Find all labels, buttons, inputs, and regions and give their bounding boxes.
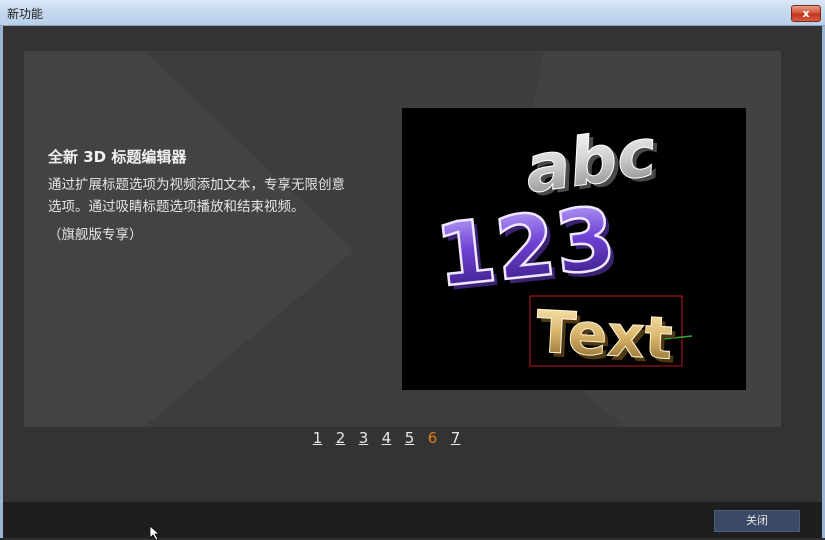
footer-bar: 关闭	[3, 502, 822, 538]
title-bar[interactable]: 新功能 x	[0, 0, 825, 26]
preview-text-123: 123	[431, 189, 620, 307]
feature-title: 全新 3D 标题编辑器	[48, 148, 187, 166]
content-area: 全新 3D 标题编辑器 通过扩展标题选项为视频添加文本，专享无限创意选项。通过吸…	[3, 26, 822, 502]
page-link-3[interactable]: 3	[357, 429, 370, 451]
close-icon: x	[802, 7, 810, 20]
window-title: 新功能	[7, 7, 44, 21]
page-link-6[interactable]: 6	[426, 429, 439, 451]
page-link-7[interactable]: 7	[449, 429, 462, 451]
3d-title-preview: abc abc 123 123 Text Text	[430, 113, 693, 377]
page-link-4[interactable]: 4	[380, 429, 393, 451]
feature-note: （旗舰版专享）	[48, 227, 143, 243]
page-link-1[interactable]: 1	[311, 429, 324, 451]
feature-description: 通过扩展标题选项为视频添加文本，专享无限创意选项。通过吸睛标题选项播放和结束视频…	[48, 177, 345, 215]
close-button[interactable]: 关闭	[714, 510, 800, 532]
page-link-5[interactable]: 5	[403, 429, 416, 451]
feature-preview-image: abc abc 123 123 Text Text	[402, 108, 746, 390]
window-close-button[interactable]: x	[791, 5, 821, 22]
preview-text-text: Text	[534, 298, 674, 373]
page-indicator: 1234567	[311, 429, 462, 451]
page-link-2[interactable]: 2	[334, 429, 347, 451]
feature-panel: 全新 3D 标题编辑器 通过扩展标题选项为视频添加文本，专享无限创意选项。通过吸…	[24, 51, 781, 427]
